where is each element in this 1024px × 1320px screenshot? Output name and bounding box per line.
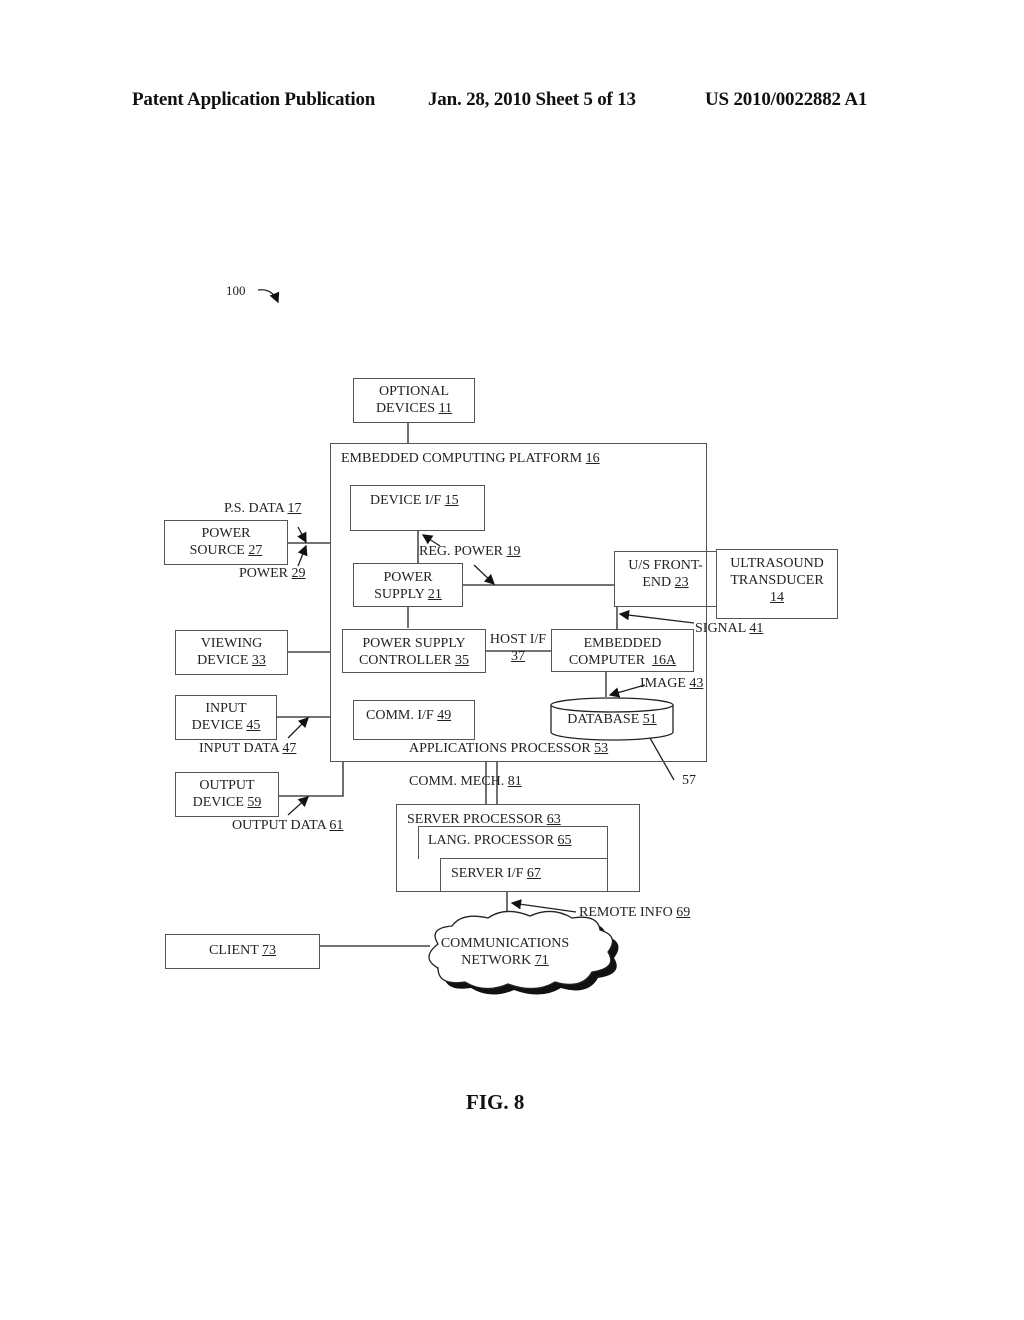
power-source-label: POWER SOURCE 27: [189, 526, 263, 558]
lang-processor-label: LANG. PROCESSOR 65: [428, 833, 572, 848]
input-data-label: INPUT DATA 47: [199, 741, 297, 756]
power-supply-label: POWER SUPPLY 21: [374, 570, 442, 602]
remote-info-label: REMOTE INFO 69: [579, 905, 691, 920]
wire-output: [279, 762, 344, 797]
ultrasound-transducer-label: ULTRASOUND TRANSDUCER 14: [730, 556, 824, 605]
figure-ref-number: 100: [226, 283, 246, 298]
comm-if-label: COMM. I/F 49: [366, 708, 452, 723]
comm-mech-label: COMM. MECH. 81: [409, 774, 522, 789]
platform-label: EMBEDDED COMPUTING PLATFORM 16: [341, 451, 600, 466]
embedded-computer-label: EMBEDDED COMPUTER 16A: [568, 636, 677, 668]
arrow-remote-info: [510, 899, 577, 913]
host-if-label: HOST I/F 37: [489, 632, 547, 664]
client-label: CLIENT 73: [208, 943, 276, 958]
ps-data-label: P.S. DATA 17: [224, 501, 302, 516]
arrow-power-29: [297, 544, 308, 567]
power-supply-controller-label: POWER SUPPLY CONTROLLER 35: [358, 636, 470, 668]
ref-100-arrow: [257, 289, 280, 304]
server-if-label: SERVER I/F 67: [451, 866, 541, 881]
ref-57-label: 57: [682, 773, 696, 788]
database-label: DATABASE 51: [567, 712, 657, 727]
input-device-label: INPUT DEVICE 45: [191, 701, 261, 733]
applications-processor-label: APPLICATIONS PROCESSOR 53: [409, 741, 609, 756]
viewing-device-label: VIEWING DEVICE 33: [197, 636, 266, 668]
signal-label: SIGNAL 41: [695, 621, 764, 636]
arrow-input-data: [287, 717, 309, 739]
arrow-output-data: [287, 796, 309, 816]
device-if-label: DEVICE I/F 15: [370, 493, 459, 508]
arrow-ps-data: [297, 526, 307, 544]
image-label: IMAGE 43: [640, 676, 704, 691]
reg-power-label: REG. POWER 19: [419, 544, 521, 559]
communications-network-label: COMMUNICATIONS NETWORK 71: [440, 936, 570, 968]
output-data-label: OUTPUT DATA 61: [232, 818, 344, 833]
us-front-end-label: U/S FRONT- END 23: [628, 558, 703, 590]
power-29-label: POWER 29: [239, 566, 306, 581]
output-device-label: OUTPUT DEVICE 59: [192, 778, 262, 810]
optional-devices-label: OPTIONAL DEVICES 11: [375, 384, 453, 416]
figure-caption: FIG. 8: [466, 1090, 525, 1114]
